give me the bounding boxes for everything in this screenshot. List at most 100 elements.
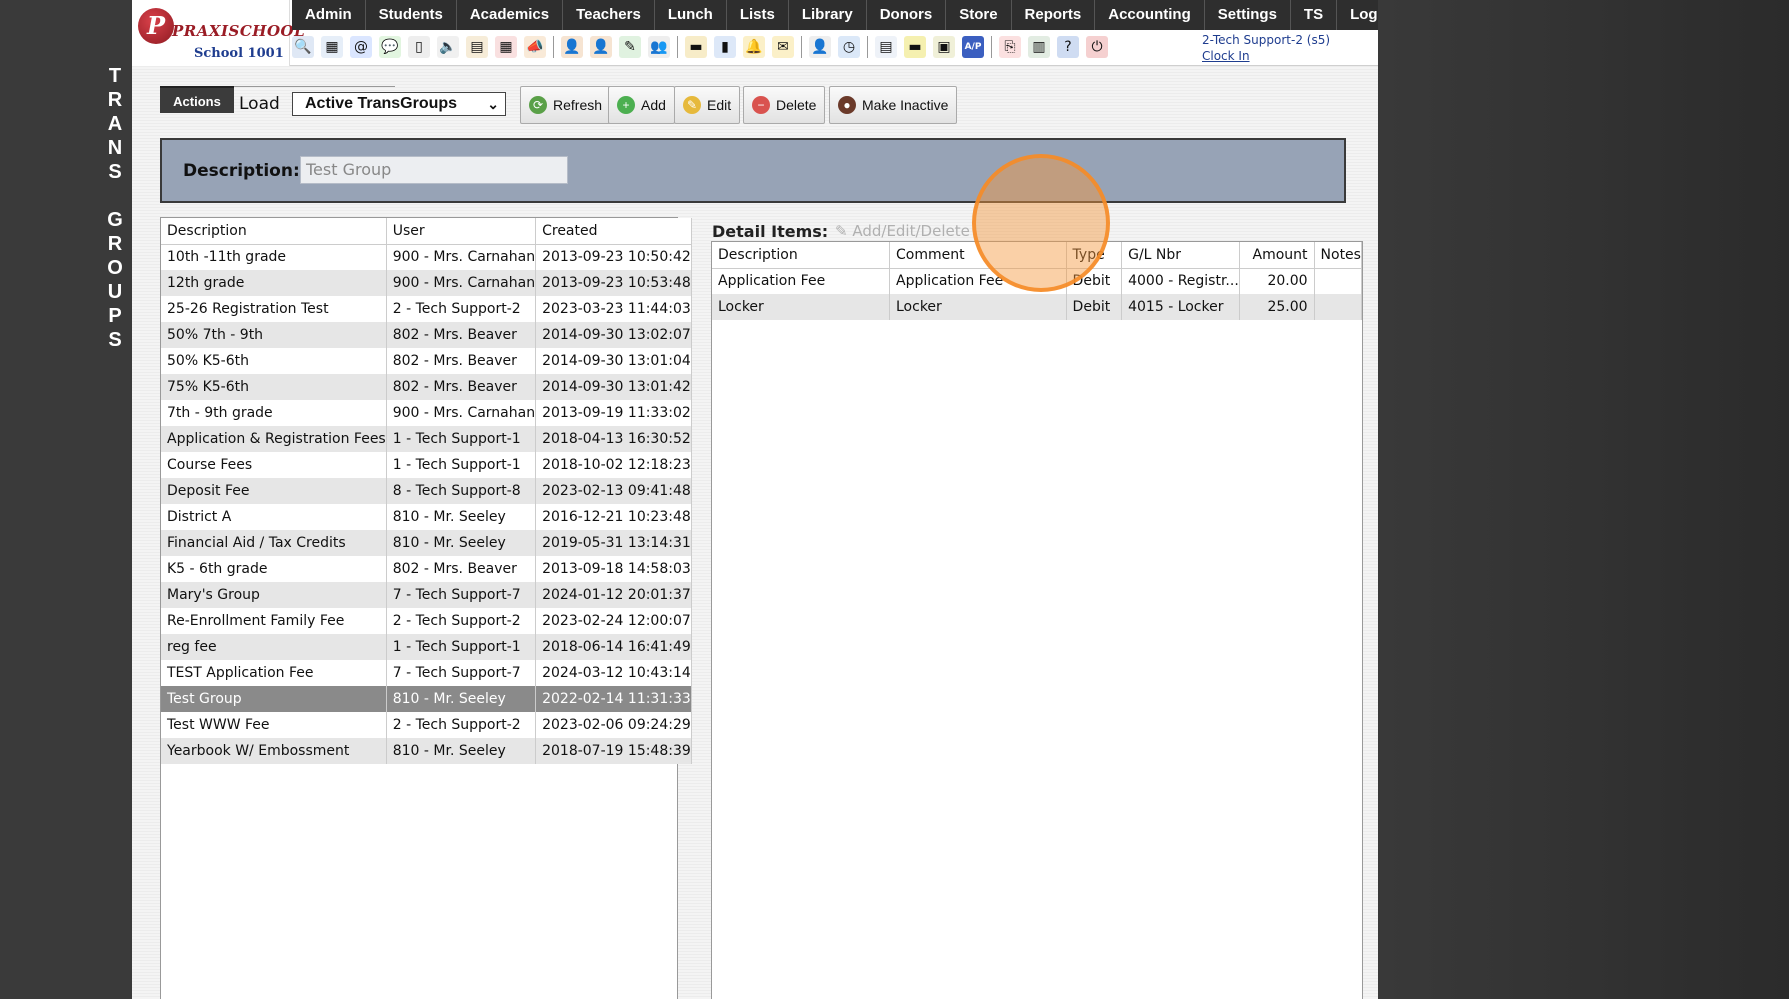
column-header-user[interactable]: User (386, 218, 537, 245)
calendar-icon[interactable]: ▦ (495, 36, 517, 58)
table-row[interactable]: 75% K5-6th 802 - Mrs. Beaver 2014-09-30 13… (161, 374, 692, 400)
detail-column-header[interactable]: Notes (1314, 242, 1363, 269)
menu-item-ts[interactable]: TS (1291, 0, 1338, 30)
clock-in-link[interactable]: Clock In (1202, 48, 1330, 64)
payment-card-icon[interactable]: ▬ (904, 36, 926, 58)
table-cell: 2023-03-23 11:44:03 (535, 296, 692, 322)
toolbar-separator (553, 36, 554, 58)
menu-item-reports[interactable]: Reports (1012, 0, 1096, 30)
table-row[interactable]: 25-26 Registration Test 2 - Tech Support-… (161, 296, 692, 322)
user-info: 2-Tech Support-2 (s5) Clock In (1202, 32, 1330, 64)
transgroup-list-panel: Description User Created 10th -11th grade 9… (160, 217, 692, 999)
search-icon[interactable]: 🔍 (292, 36, 314, 58)
detail-column-header[interactable]: Amount (1239, 242, 1315, 269)
table-row[interactable]: 7th - 9th grade 900 - Mrs. Carnahan 2013-0… (161, 400, 692, 426)
add-button[interactable]: + Add (608, 86, 675, 124)
chat-icon[interactable]: 💬 (379, 36, 401, 58)
table-row[interactable]: 12th grade 900 - Mrs. Carnahan 2013-09-23 … (161, 270, 692, 296)
ap-icon[interactable]: A/P (962, 36, 984, 58)
table-row[interactable]: Deposit Fee 8 - Tech Support-8 2023-02-13 … (161, 478, 692, 504)
power-icon[interactable]: ⏻ (1086, 36, 1108, 58)
menu-item-admin[interactable]: Admin (292, 0, 366, 30)
book-icon[interactable]: ▮ (714, 36, 736, 58)
mail-out-icon[interactable]: ✉ (772, 36, 794, 58)
table-row[interactable]: 10th -11th grade 900 - Mrs. Carnahan 2013-… (161, 244, 692, 270)
description-label: Description: (183, 161, 300, 181)
pdf-icon[interactable]: ⎘ (999, 36, 1021, 58)
bell-icon[interactable]: 🔔 (743, 36, 765, 58)
transgroup-table: Description User Created 10th -11th grade 9… (161, 218, 692, 764)
money-icon[interactable]: ▥ (1028, 36, 1050, 58)
teacher-icon[interactable]: 👤 (590, 36, 612, 58)
column-header-description[interactable]: Description (161, 218, 387, 245)
table-cell: 7 - Tech Support-7 (386, 582, 537, 608)
delete-button[interactable]: − Delete (743, 86, 826, 124)
refresh-button[interactable]: ⟳ Refresh (520, 86, 612, 124)
table-cell: 2024-01-12 20:01:37 (535, 582, 692, 608)
document-icon[interactable]: ▤ (875, 36, 897, 58)
table-row[interactable]: Test Group 810 - Mr. Seeley 2022-02-14 11:… (161, 686, 692, 712)
detail-column-header[interactable]: Comment (889, 242, 1067, 269)
table-cell: 2018-07-19 15:48:39 (535, 738, 692, 764)
group-icon[interactable]: 👥 (648, 36, 670, 58)
menu-item-academics[interactable]: Academics (457, 0, 564, 30)
table-row[interactable]: reg fee 1 - Tech Support-1 2018-06-14 16:4… (161, 634, 692, 660)
table-row[interactable]: District A 810 - Mr. Seeley 2016-12-21 10:… (161, 504, 692, 530)
table-row[interactable]: Application & Registration Fees 1 - Tech … (161, 426, 692, 452)
report-icon[interactable]: ▤ (466, 36, 488, 58)
table-cell: 802 - Mrs. Beaver (386, 374, 537, 400)
edit-button[interactable]: ✎ Edit (674, 86, 741, 124)
table-row[interactable]: Financial Aid / Tax Credits 810 - Mr. See… (161, 530, 692, 556)
table-row[interactable]: Test WWW Fee 2 - Tech Support-2 2023-02-06… (161, 712, 692, 738)
user-icon[interactable]: 👤 (561, 36, 583, 58)
menu-item-library[interactable]: Library (789, 0, 867, 30)
detail-row[interactable]: Application Fee Application Fee Debit 4000 … (712, 268, 1363, 294)
table-row[interactable]: Course Fees 1 - Tech Support-1 2018-10-02 … (161, 452, 692, 478)
table-row[interactable]: 50% 7th - 9th 802 - Mrs. Beaver 2014-09-30… (161, 322, 692, 348)
table-row[interactable]: Mary's Group 7 - Tech Support-7 2024-01-12… (161, 582, 692, 608)
menu-item-donors[interactable]: Donors (867, 0, 947, 30)
detail-row[interactable]: Locker Locker Debit 4015 - Locker 25.00 (712, 294, 1363, 320)
menu-item-lists[interactable]: Lists (727, 0, 789, 30)
grid-icon[interactable]: ▦ (321, 36, 343, 58)
table-cell: 2018-06-14 16:41:49 (535, 634, 692, 660)
table-row[interactable]: Yearbook W/ Embossment 810 - Mr. Seeley 20… (161, 738, 692, 764)
description-input[interactable]: Test Group (300, 156, 568, 184)
register-icon[interactable]: ▣ (933, 36, 955, 58)
menu-item-logout[interactable]: Logout (1337, 0, 1378, 30)
actions-tab[interactable]: Actions (160, 86, 234, 113)
staff-icon[interactable]: 👤 (809, 36, 831, 58)
eraser-icon[interactable]: ✎ (619, 36, 641, 58)
menu-item-students[interactable]: Students (366, 0, 457, 30)
detail-column-header[interactable]: G/L Nbr (1121, 242, 1240, 269)
menu-item-teachers[interactable]: Teachers (563, 0, 655, 30)
menu-item-settings[interactable]: Settings (1205, 0, 1291, 30)
load-select[interactable]: Active TransGroups ⌄ (292, 92, 506, 116)
menu-item-store[interactable]: Store (946, 0, 1012, 30)
speaker-icon[interactable]: 🔈 (437, 36, 459, 58)
detail-column-header[interactable]: Description (712, 242, 890, 269)
email-icon[interactable]: @ (350, 36, 372, 58)
table-row[interactable]: K5 - 6th grade 802 - Mrs. Beaver 2013-09-1… (161, 556, 692, 582)
table-row[interactable]: 50% K5-6th 802 - Mrs. Beaver 2014-09-30 13… (161, 348, 692, 374)
logo[interactable]: P PRAXISCHOOL School 1001 (132, 0, 305, 66)
megaphone-icon[interactable]: 📣 (524, 36, 546, 58)
column-header-created[interactable]: Created (535, 218, 692, 245)
detail-cell: 20.00 (1239, 268, 1315, 294)
menu-item-accounting[interactable]: Accounting (1095, 0, 1205, 30)
card-icon[interactable]: ▬ (685, 36, 707, 58)
clock-icon[interactable]: ◷ (838, 36, 860, 58)
load-label: Load (239, 94, 280, 114)
table-cell: 802 - Mrs. Beaver (386, 556, 537, 582)
phone-icon[interactable]: ▯ (408, 36, 430, 58)
menu-item-lunch[interactable]: Lunch (655, 0, 727, 30)
table-cell: 8 - Tech Support-8 (386, 478, 537, 504)
make-inactive-button[interactable]: ● Make Inactive (829, 86, 958, 124)
detail-column-header[interactable]: Type (1066, 242, 1123, 269)
add-edit-delete-link[interactable]: ✎ Add/Edit/Delete (835, 222, 970, 240)
refresh-label: Refresh (553, 97, 603, 113)
help-icon[interactable]: ? (1057, 36, 1079, 58)
table-row[interactable]: TEST Application Fee 7 - Tech Support-7 20… (161, 660, 692, 686)
table-row[interactable]: Re-Enrollment Family Fee 2 - Tech Support… (161, 608, 692, 634)
table-cell: 2018-04-13 16:30:52 (535, 426, 692, 452)
